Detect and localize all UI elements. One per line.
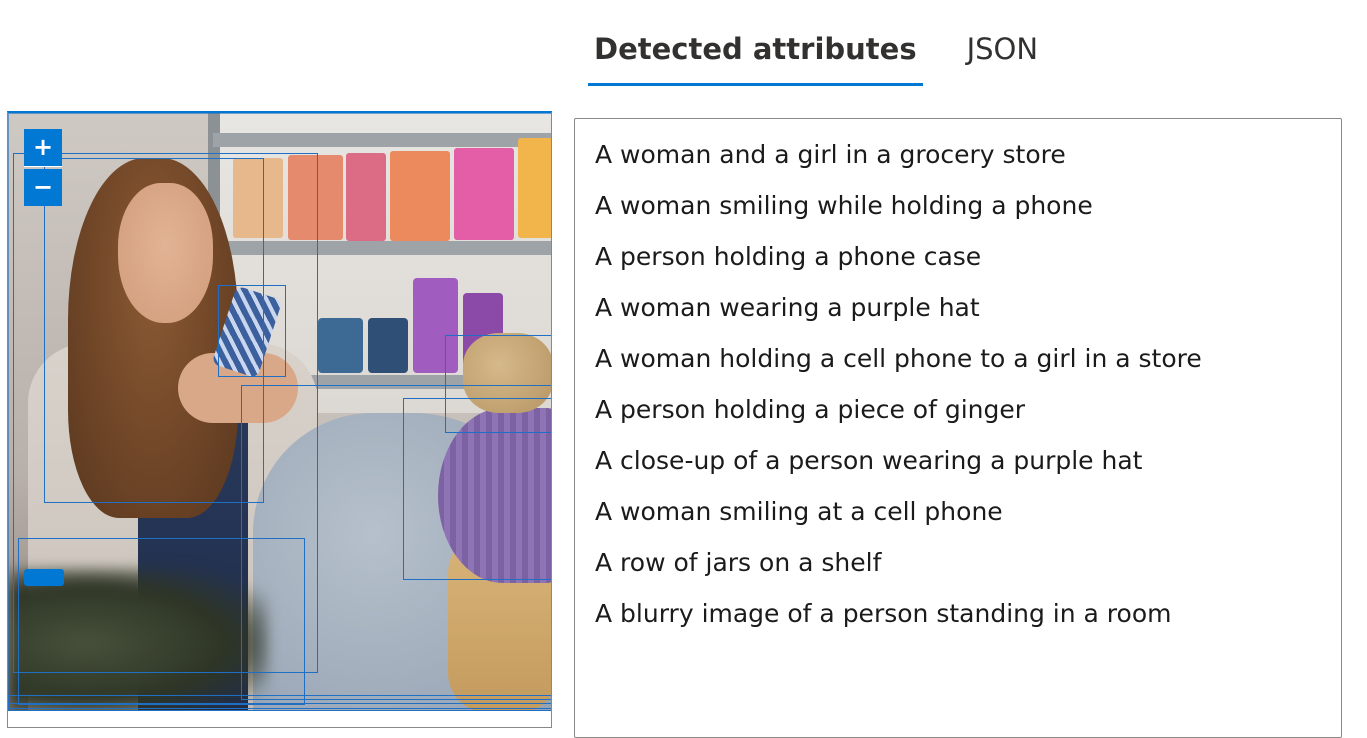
zoom-in-button[interactable]: + bbox=[24, 129, 62, 167]
zoom-slider-handle[interactable] bbox=[24, 569, 64, 586]
image-viewer[interactable]: + − bbox=[7, 111, 552, 728]
list-item[interactable]: A close-up of a person wearing a purple … bbox=[595, 435, 1341, 486]
list-item[interactable]: A row of jars on a shelf bbox=[595, 537, 1341, 588]
tab-detected-attributes[interactable]: Detected attributes bbox=[588, 22, 923, 86]
list-item[interactable]: A person holding a piece of ginger bbox=[595, 384, 1341, 435]
list-item[interactable]: A blurry image of a person standing in a… bbox=[595, 588, 1341, 639]
list-item[interactable]: A woman smiling while holding a phone bbox=[595, 180, 1341, 231]
list-item[interactable]: A woman and a girl in a grocery store bbox=[595, 129, 1341, 180]
attributes-panel: A woman and a girl in a grocery store A … bbox=[574, 118, 1342, 738]
list-item[interactable]: A woman wearing a purple hat bbox=[595, 282, 1341, 333]
list-item[interactable]: A woman smiling at a cell phone bbox=[595, 486, 1341, 537]
list-item[interactable]: A person holding a phone case bbox=[595, 231, 1341, 282]
detection-box[interactable] bbox=[8, 113, 551, 711]
result-tabs: Detected attributes JSON bbox=[588, 22, 1044, 86]
tab-json[interactable]: JSON bbox=[961, 22, 1044, 86]
attributes-list: A woman and a girl in a grocery store A … bbox=[575, 119, 1341, 639]
zoom-out-button[interactable]: − bbox=[24, 169, 62, 206]
list-item[interactable]: A woman holding a cell phone to a girl i… bbox=[595, 333, 1341, 384]
